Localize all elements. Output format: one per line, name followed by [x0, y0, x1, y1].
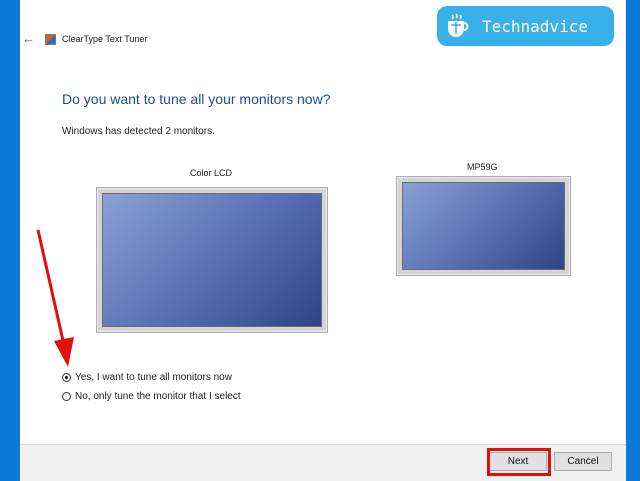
page-heading: Do you want to tune all your monitors no…: [62, 91, 331, 107]
monitor-color-lcd[interactable]: [96, 187, 328, 333]
monitor-mp59g[interactable]: [396, 176, 571, 276]
option-label: No, only tune the monitor that I select: [75, 391, 241, 402]
cleartype-app-icon: [45, 34, 56, 45]
cancel-button[interactable]: Cancel: [554, 452, 612, 471]
monitor-label-color-lcd: Color LCD: [190, 168, 233, 178]
red-arrow-annotation: [36, 229, 74, 367]
option-label: Yes, I want to tune all monitors now: [75, 372, 232, 383]
window-title: ClearType Text Tuner: [62, 34, 148, 44]
watermark-text: Technadvice: [482, 16, 588, 36]
monitor-label-mp59g: MP59G: [467, 162, 498, 172]
detected-monitors-text: Windows has detected 2 monitors.: [62, 126, 215, 137]
radio-unselected-icon[interactable]: [62, 392, 71, 401]
next-button[interactable]: Next: [489, 452, 547, 471]
monitor-screen: [402, 182, 565, 270]
option-tune-all-monitors[interactable]: Yes, I want to tune all monitors now: [62, 372, 232, 383]
back-arrow-icon[interactable]: ←: [22, 32, 35, 46]
technadvice-watermark: Technadvice: [437, 6, 614, 46]
cleartype-window: ← ClearType Text Tuner Do you want to tu…: [20, 0, 626, 481]
option-tune-selected-monitor[interactable]: No, only tune the monitor that I select: [62, 391, 241, 402]
monitor-screen: [102, 193, 322, 327]
technadvice-logo-icon: [448, 13, 469, 37]
